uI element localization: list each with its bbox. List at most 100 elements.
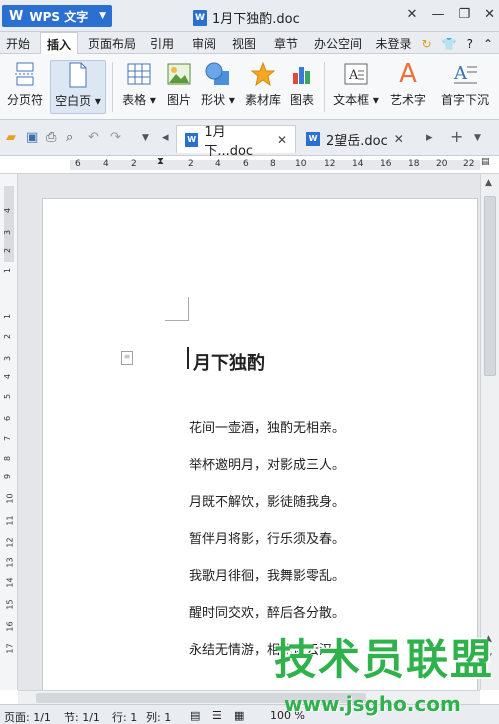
menu-chapter[interactable]: 章节 <box>274 35 298 52</box>
vertical-ruler[interactable]: 4 3 2 1 1 2 3 4 5 6 7 8 9 10 11 12 13 14… <box>0 174 18 690</box>
word-art-icon: A <box>399 59 417 89</box>
text-cursor <box>187 347 189 369</box>
window-controls: ✕ — ❐ ✕ <box>407 7 495 22</box>
app-name: WPS 文字 <box>29 9 89 24</box>
restore-icon[interactable]: ❐ <box>458 7 470 22</box>
menu-right-group: 未登录 ↻ 👕 ? ⌃ <box>376 35 493 52</box>
status-section: 节: 1/1 <box>64 711 100 724</box>
status-line: 行: 1 <box>112 711 138 724</box>
document-title-text: 1月下独酌.doc <box>212 12 300 27</box>
document-canvas[interactable]: ≡ 月下独酌 花间一壶酒，独酌无相亲。 举杯邀明月，对影成三人。 月既不解饮，影… <box>18 174 480 690</box>
poem-line[interactable]: 我歌月徘徊，我舞影零乱。 <box>189 565 345 584</box>
document-page[interactable]: ≡ 月下独酌 花间一壶酒，独酌无相亲。 举杯邀明月，对影成三人。 月既不解饮，影… <box>42 198 478 690</box>
new-tab-icon[interactable]: + <box>450 127 463 146</box>
undo-icon[interactable]: ↶ <box>88 130 99 145</box>
tab-document-2[interactable]: W 2望岳.doc ✕ <box>298 125 420 153</box>
menu-bar: 开始 插入 页面布局 引用 审阅 视图 章节 办公空间 未登录 ↻ 👕 ? ⌃ <box>0 32 499 54</box>
menu-office-space[interactable]: 办公空间 <box>314 35 362 52</box>
poem-line[interactable]: 醒时同交欢，醉后各分散。 <box>189 602 345 621</box>
table-icon <box>118 60 160 88</box>
help-icon[interactable]: ? <box>467 37 473 51</box>
web-view-icon[interactable]: ▦ <box>234 709 244 722</box>
poem-line[interactable]: 月既不解饮，影徒随我身。 <box>189 491 345 510</box>
poem-line[interactable]: 花间一壶酒，独酌无相亲。 <box>189 417 345 436</box>
menu-insert[interactable]: 插入 <box>40 32 79 54</box>
title-bar: W WPS 文字 ▼ W 1月下独酌.doc ✕ — ❐ ✕ <box>0 0 499 32</box>
vertical-scroll-thumb[interactable] <box>484 196 496 376</box>
page-view-icon[interactable]: ▤ <box>190 709 200 722</box>
site-watermark: 技术员联盟 www.jsgho.com <box>270 626 498 724</box>
scroll-up-icon[interactable]: ▲ <box>485 178 492 188</box>
print-preview-icon[interactable]: ⌕ <box>66 130 73 145</box>
ribbon-separator <box>324 62 325 112</box>
margin-corner-mark <box>165 297 189 321</box>
status-page[interactable]: 页面: 1/1 <box>4 709 51 724</box>
login-link[interactable]: 未登录 <box>376 35 412 52</box>
vertical-scrollbar[interactable]: ▲ ▲ ▼ <box>480 174 499 690</box>
quick-access-dropdown-icon[interactable]: ▼ <box>142 133 149 143</box>
chart-icon <box>286 60 318 88</box>
word-doc-icon: W <box>306 132 320 146</box>
tab-scroll-left-icon[interactable]: ◂ <box>162 130 169 145</box>
minimize-icon[interactable]: — <box>431 7 444 22</box>
chevron-down-icon: ▼ <box>99 11 106 21</box>
menu-home[interactable]: 开始 <box>6 35 30 52</box>
ruler-toggle-icon[interactable]: ▤ <box>481 157 490 167</box>
page-break-icon <box>4 60 46 88</box>
poem-line[interactable]: 暂伴月将影，行乐须及春。 <box>189 528 345 547</box>
wps-app-menu-button[interactable]: W WPS 文字 ▼ <box>2 5 112 27</box>
close-tab-icon[interactable]: ✕ <box>277 133 287 147</box>
print-icon[interactable]: ⎙ <box>46 130 56 145</box>
outline-view-icon[interactable]: ☰ <box>212 709 222 722</box>
text-box-icon: A <box>330 60 382 88</box>
picture-icon <box>162 60 196 88</box>
picture-button[interactable]: 图片 <box>162 60 196 108</box>
chart-button[interactable]: 图表 <box>286 60 318 108</box>
drop-cap-button[interactable]: A 首字下沉 <box>434 60 496 108</box>
indent-marker-icon[interactable]: ⧗ <box>157 156 164 167</box>
tab-scroll-right-icon[interactable]: ▸ <box>426 130 433 145</box>
watermark-text: 技术员联盟 <box>274 635 495 684</box>
ribbon-toolbar: 分页符 空白页 ▾ 表格 ▾ 图片 形状 ▾ 素材库 图表 A 文本框 ▾ A … <box>0 54 499 120</box>
save-icon[interactable]: ▣ <box>26 130 38 145</box>
skin-icon[interactable]: 👕 <box>442 37 457 51</box>
material-library-button[interactable]: 素材库 <box>242 60 284 108</box>
shape-icon <box>198 60 238 88</box>
table-button[interactable]: 表格 ▾ <box>118 60 160 108</box>
menu-view[interactable]: 视图 <box>232 35 256 52</box>
status-column: 列: 1 <box>146 711 172 724</box>
page-break-button[interactable]: 分页符 <box>4 60 46 108</box>
svg-text:A: A <box>453 63 468 84</box>
collapse-ribbon-icon[interactable]: ⌃ <box>483 37 493 51</box>
menu-page-layout[interactable]: 页面布局 <box>88 35 136 52</box>
horizontal-ruler[interactable]: 6 4 2 ⧗ 2 4 6 8 10 12 14 16 18 20 22 ▤ <box>0 156 499 174</box>
poem-title[interactable]: 月下独酌 <box>193 349 265 375</box>
wps-logo-icon: W <box>9 8 24 24</box>
blank-page-button[interactable]: 空白页 ▾ <box>50 60 106 114</box>
poem-line[interactable]: 举杯邀明月，对影成三人。 <box>189 454 345 473</box>
close-document-icon[interactable]: ✕ <box>407 7 418 22</box>
word-doc-icon: W <box>193 9 207 26</box>
svg-text:A: A <box>348 68 359 83</box>
document-title: W 1月下独酌.doc <box>193 8 300 27</box>
close-tab-icon[interactable]: ✕ <box>394 132 404 146</box>
menu-references[interactable]: 引用 <box>150 35 174 52</box>
redo-icon[interactable]: ↷ <box>110 130 121 145</box>
open-folder-icon[interactable]: ▰ <box>6 130 16 145</box>
drop-cap-icon: A <box>434 60 496 88</box>
menu-review[interactable]: 审阅 <box>192 35 216 52</box>
sync-icon[interactable]: ↻ <box>422 37 432 51</box>
word-doc-icon: W <box>185 132 199 147</box>
star-icon <box>242 60 284 88</box>
close-window-icon[interactable]: ✕ <box>484 7 495 22</box>
tab-list-dropdown-icon[interactable]: ▼ <box>474 133 481 143</box>
text-box-button[interactable]: A 文本框 ▾ <box>330 60 382 108</box>
paragraph-options-icon[interactable]: ≡ <box>121 351 133 365</box>
shape-button[interactable]: 形状 ▾ <box>198 60 238 108</box>
ribbon-separator <box>112 62 113 112</box>
document-tab-bar: ▰ ▣ ⎙ ⌕ ↶ ↷ ▼ ◂ W 1月下...doc ✕ W 2望岳.doc … <box>0 120 499 159</box>
blank-page-icon <box>51 61 105 89</box>
watermark-url: www.jsgho.com <box>284 692 461 716</box>
word-art-button[interactable]: A 艺术字 <box>386 59 430 108</box>
tab-document-1[interactable]: W 1月下...doc ✕ <box>176 125 296 159</box>
